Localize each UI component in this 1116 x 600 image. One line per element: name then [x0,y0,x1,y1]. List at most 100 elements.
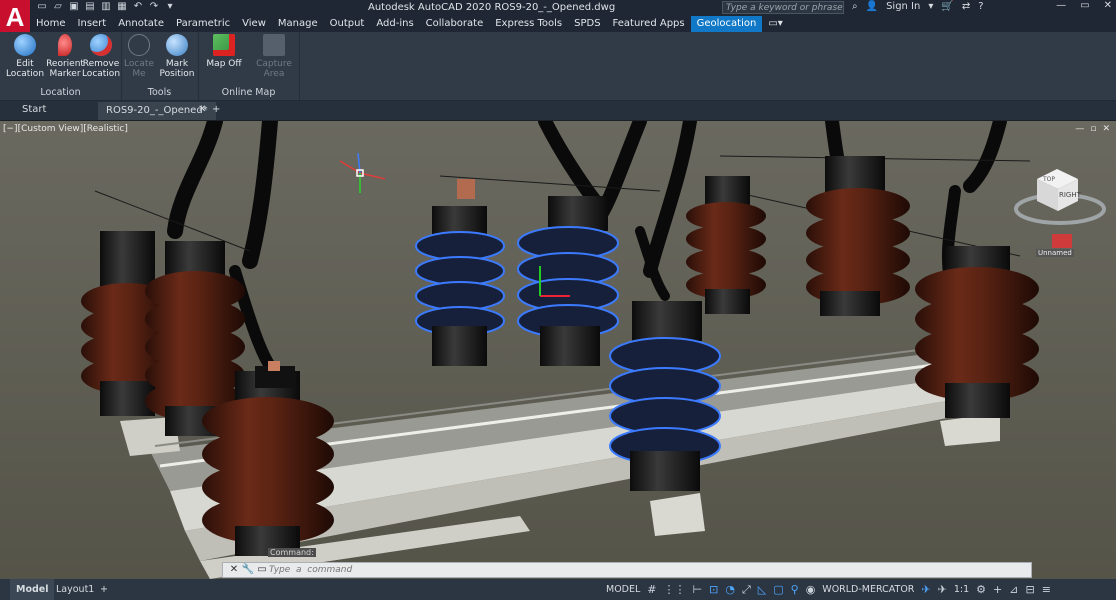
locate-me-button[interactable]: Locate Me [123,34,155,79]
command-input[interactable] [269,565,969,575]
object-snap-icon[interactable]: ▢ [773,583,783,596]
maximize-icon[interactable]: ▭ [1080,0,1089,11]
geolocation-marker-icon[interactable]: ⚲ [791,583,799,596]
command-history-label: Command: [268,548,316,557]
tab-add-ins[interactable]: Add-ins [370,16,419,32]
ortho-icon[interactable]: ◔ [725,583,735,596]
annotation-visibility-icon[interactable]: ✈ [921,583,930,596]
annotation-scale-label[interactable]: 1:1 [954,584,969,595]
title-bar: ▭ ▱ ▣ ▤ ▥ ▦ ↶ ↷ ▾ Autodesk AutoCAD 2020 … [0,0,1116,16]
infer-constraints-icon[interactable]: ⊢ [693,583,703,596]
viewport-window-controls: — ▫ ✕ [1075,124,1110,134]
ucs-menu-label[interactable]: Unnamed [1036,249,1074,257]
remove-location-button[interactable]: Remove Location [80,34,122,79]
status-bar: Model Layout1 + MODEL # ⋮⋮ ⊢ ⊡ ◔ ⤢ ◺ ▢ ⚲… [0,579,1116,600]
new-tab-button[interactable]: + [212,104,220,115]
units-icon[interactable]: ⊿ [1009,583,1018,596]
command-line: ✕ 🔧 ▭ [222,562,1032,578]
save-icon[interactable]: ▣ [68,1,80,13]
model-space-button[interactable]: MODEL [606,584,640,595]
globe-icon [14,34,36,56]
polar-icon[interactable]: ⤢ [742,583,751,597]
web-save-icon[interactable]: ▥ [100,1,112,13]
qat-dropdown-icon[interactable]: ▾ [164,1,176,13]
snap-icon[interactable]: ⋮⋮ [664,583,686,596]
sign-in-link[interactable]: Sign In [886,1,920,12]
new-file-icon[interactable]: ▭ [36,1,48,13]
exchange-icon[interactable]: ⇄ [962,1,970,12]
locate-me-label: Locate Me [124,59,154,79]
coordinate-system-label[interactable]: WORLD-MERCATOR [822,584,914,595]
auto-scale-icon[interactable]: ✈ [938,583,947,596]
tab-manage[interactable]: Manage [272,16,324,32]
tools-panel-title: Tools [147,87,172,98]
command-history-icon[interactable]: ▭ [255,563,269,577]
grid-icon[interactable]: # [647,583,656,596]
tab-annotate[interactable]: Annotate [112,16,170,32]
edit-location-label: Edit Location [5,59,45,79]
tools-panel: Locate Me Mark Position Tools [121,32,199,100]
save-as-icon[interactable]: ▤ [84,1,96,13]
user-icon: 👤 [865,1,879,12]
window-title: Autodesk AutoCAD 2020 ROS9-20_-_Opened.d… [368,2,616,13]
mark-position-button[interactable]: Mark Position [157,34,197,79]
customization-menu-icon[interactable]: ≡ [1042,583,1051,596]
add-layout-button[interactable]: + [100,579,108,600]
tab-spds[interactable]: SPDS [568,16,606,32]
search-input[interactable]: Type a keyword or phrase [722,1,844,14]
window-controls: — ▭ ✕ [1056,0,1112,11]
tab-featured-apps[interactable]: Featured Apps [607,16,691,32]
close-command-icon[interactable]: ✕ [227,563,241,577]
capture-area-button[interactable]: Capture Area [252,34,296,79]
scene-canvas [0,121,1116,579]
open-file-icon[interactable]: ▱ [52,1,64,13]
help-icon[interactable]: ? [978,1,983,12]
tab-close-icon[interactable]: ✕ [198,104,206,115]
ribbon-tabs: Home Insert Annotate Parametric View Man… [30,16,1116,32]
dropdown-icon[interactable]: ▾ [928,1,933,12]
tab-home[interactable]: Home [30,16,72,32]
tab-output[interactable]: Output [324,16,371,32]
location-panel-title: Location [40,87,81,98]
undo-icon[interactable]: ↶ [132,1,144,13]
layout1-tab[interactable]: Layout1 [56,579,94,600]
model-layout-tab[interactable]: Model [10,579,55,600]
viewport-minimize-icon[interactable]: — [1075,124,1084,134]
ribbon: Edit Location Reorient Marker Remove Loc… [0,32,1116,101]
tab-parametric[interactable]: Parametric [170,16,236,32]
ribbon-toggle-icon[interactable]: ▭▾ [762,16,788,32]
map-off-button[interactable]: Map Off [202,34,246,69]
tab-geolocation[interactable]: Geolocation [690,16,763,32]
binoculars-icon[interactable]: ⌕ [852,1,858,12]
viewport-restore-icon[interactable]: ▫ [1090,124,1096,134]
viewport-controls-label[interactable]: [−][Custom View][Realistic] [3,124,128,134]
tab-collaborate[interactable]: Collaborate [420,16,490,32]
mark-position-label: Mark Position [159,59,195,79]
dynamic-input-icon[interactable]: ⊡ [709,583,718,596]
close-icon[interactable]: ✕ [1104,0,1112,11]
tab-view[interactable]: View [236,16,272,32]
globe-mark-icon [166,34,188,56]
cart-icon[interactable]: 🛒 [941,1,953,12]
workspace-gear-icon[interactable]: ⚙ [976,583,986,596]
viewcube-top-label: TOP [1043,176,1056,183]
start-tab[interactable]: Start [22,104,46,115]
isodraft-icon[interactable]: ◺ [758,583,766,596]
drawing-viewport[interactable]: [−][Custom View][Realistic] TOP RIGHT Un… [0,121,1116,579]
tab-express-tools[interactable]: Express Tools [489,16,568,32]
edit-location-button[interactable]: Edit Location [4,34,46,79]
customize-icon[interactable]: 🔧 [241,563,255,577]
redo-icon[interactable]: ↷ [148,1,160,13]
autocad-logo[interactable]: A [0,0,30,34]
viewport-close-icon[interactable]: ✕ [1102,124,1110,134]
minimize-icon[interactable]: — [1056,0,1066,11]
capture-area-label: Capture Area [256,59,292,79]
isolate-objects-icon[interactable]: ⊟ [1025,583,1034,596]
annotation-monitor-icon[interactable]: + [993,583,1002,596]
globe-remove-icon [90,34,112,56]
tab-insert[interactable]: Insert [72,16,113,32]
globe-status-icon: ◉ [805,583,816,596]
map-off-label: Map Off [206,59,242,69]
plot-icon[interactable]: ▦ [116,1,128,13]
online-map-panel: Map Off Capture Area Online Map [198,32,300,100]
